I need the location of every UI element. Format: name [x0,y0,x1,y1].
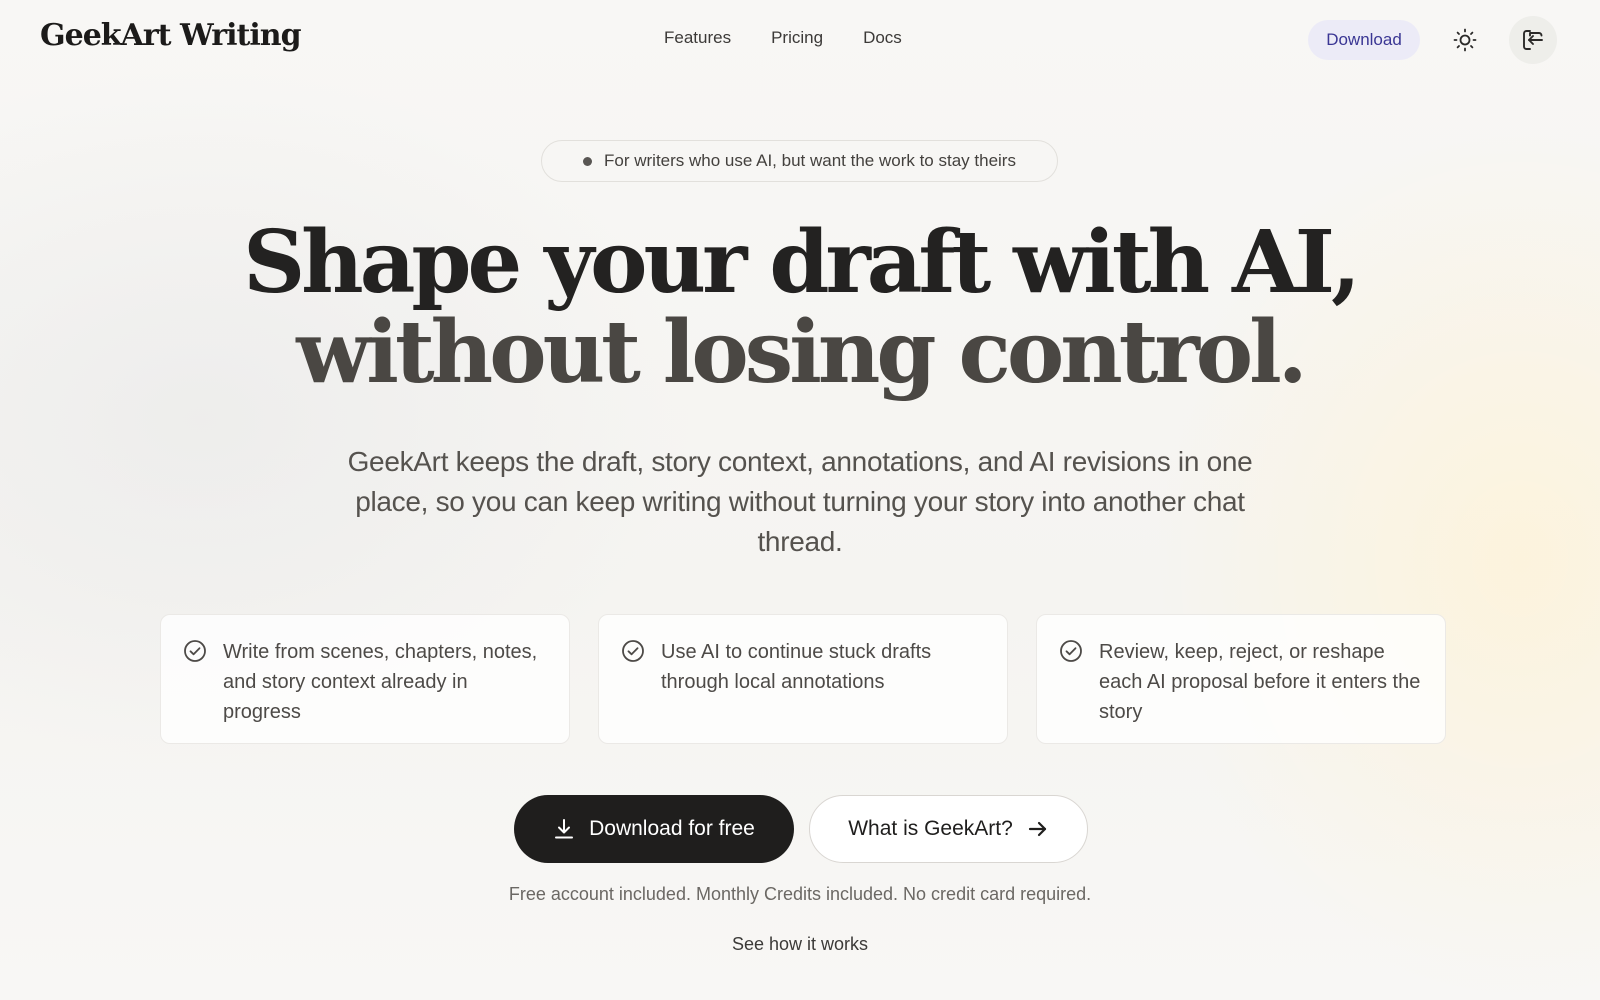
secondary-cta-label: What is GeekArt? [848,817,1013,840]
sign-in-icon [1523,30,1543,50]
bullet-dot [583,156,593,166]
feature-card: Write from scenes, chapters, notes, and … [160,614,570,744]
hero-eyebrow-badge: For writers who use AI, but want the wor… [541,140,1058,182]
eyebrow-text: For writers who use AI, but want the wor… [604,151,1016,170]
what-is-geekart-button[interactable]: What is GeekArt? [809,795,1088,863]
header-download-button[interactable]: Download [1308,20,1420,60]
check-circle-icon [622,640,644,662]
nav-features[interactable]: Features [664,28,731,48]
brand-logo[interactable]: GeekArt Writing [40,18,302,53]
feature-text: Write from scenes, chapters, notes, and … [223,641,538,723]
feature-text: Use AI to continue stuck drafts through … [661,641,932,693]
check-circle-icon [184,640,206,662]
feature-card: Review, keep, reject, or reshape each AI… [1036,614,1446,744]
sun-icon [1453,28,1477,52]
arrow-right-icon [1028,821,1046,837]
main-nav: Features Pricing Docs [664,28,902,48]
check-circle-icon [1060,640,1082,662]
download-icon [555,819,574,839]
cta-note: Free account included. Monthly Credits i… [508,884,1092,904]
theme-toggle-button[interactable] [1441,16,1489,64]
feature-card: Use AI to continue stuck drafts through … [598,614,1008,744]
see-how-it-works-link[interactable]: See how it works [0,934,1600,955]
headline-line-2: without losing control. [296,302,1307,403]
nav-docs[interactable]: Docs [863,28,902,48]
feature-text: Review, keep, reject, or reshape each AI… [1099,641,1421,723]
sign-in-button[interactable] [1509,16,1557,64]
hero-subtitle: GeekArt keeps the draft, story context, … [347,446,1253,557]
headline-line-1: Shape your draft with AI, [243,212,1361,313]
landing-page: GeekArt Writing Features Pricing Docs Do… [0,0,1600,1000]
hero-headline: Shape your draft with AI, without losing… [0,218,1600,398]
download-for-free-button[interactable]: Download for free [514,795,794,863]
feature-cards: Write from scenes, chapters, notes, and … [160,614,1446,744]
nav-pricing[interactable]: Pricing [771,28,823,48]
primary-cta-label: Download for free [589,817,755,840]
